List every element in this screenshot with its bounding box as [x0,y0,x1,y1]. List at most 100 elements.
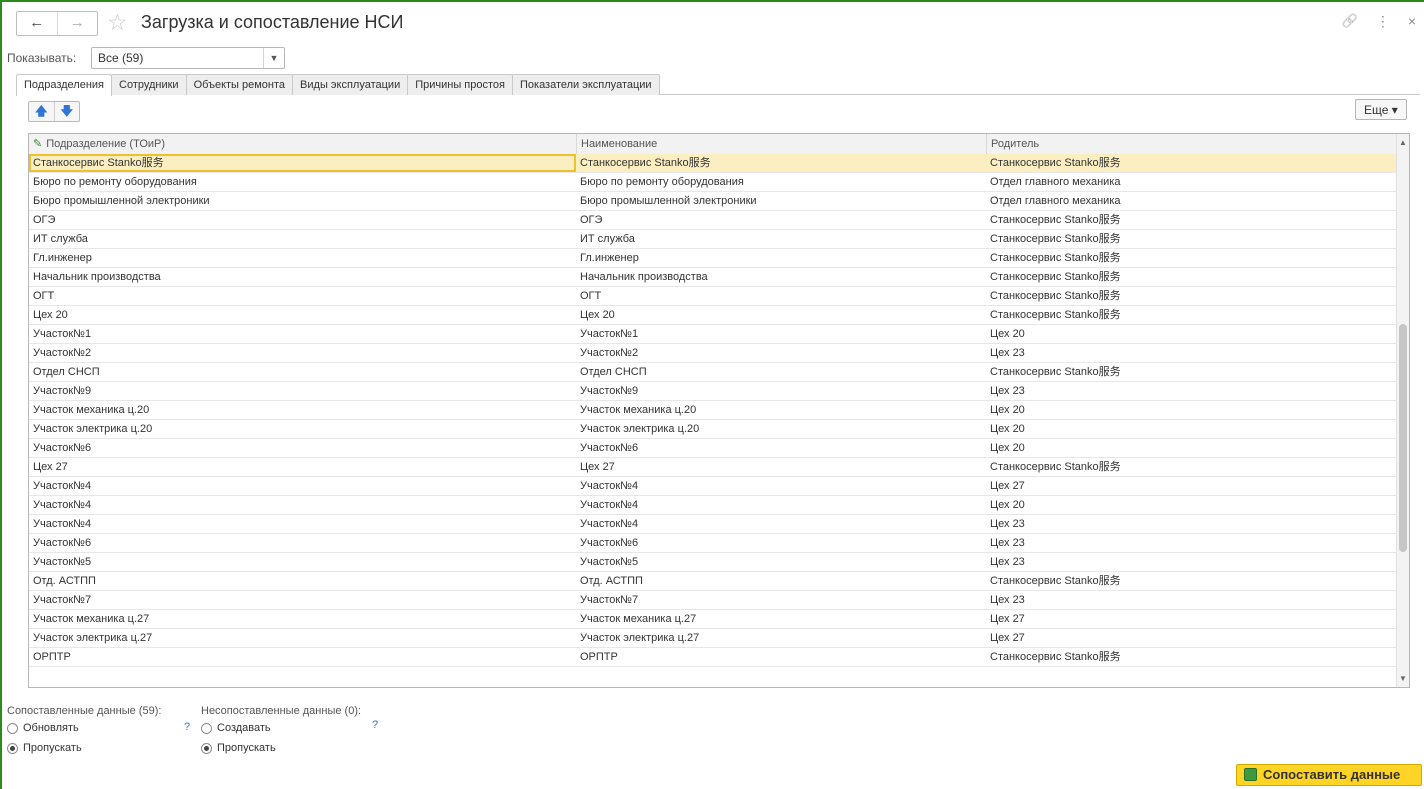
more-menu-icon[interactable]: ⋮ [1376,13,1390,30]
cell-parent[interactable]: Отдел главного механика [986,192,1396,210]
table-row[interactable]: ОГТ ОГТ Станкосервис Stanko服务 [29,287,1396,306]
table-row[interactable]: Участок электрика ц.27 Участок электрика … [29,629,1396,648]
cell-name[interactable]: ОГЭ [576,211,986,229]
column-header-parent[interactable]: Родитель [986,134,1409,154]
cell-parent[interactable]: Цех 23 [986,382,1396,400]
table-row[interactable]: Участок№4 Участок№4 Цех 20 [29,496,1396,515]
move-up-icon[interactable]: 🡅 [29,102,54,121]
cell-department[interactable]: Станкосервис Stanko服务 [29,154,576,172]
cell-parent[interactable]: Цех 23 [986,553,1396,571]
cell-parent[interactable]: Цех 20 [986,420,1396,438]
cell-department[interactable]: Бюро промышленной электроники [29,192,576,210]
table-row[interactable]: Станкосервис Stanko服务 Станкосервис Stanko… [29,154,1396,173]
cell-department[interactable]: Цех 27 [29,458,576,476]
table-row[interactable]: Участок№4 Участок№4 Цех 23 [29,515,1396,534]
close-icon[interactable]: × [1408,13,1416,30]
cell-name[interactable]: Участок электрика ц.20 [576,420,986,438]
cell-name[interactable]: ОРПТР [576,648,986,666]
cell-name[interactable]: Участок№1 [576,325,986,343]
cell-department[interactable]: Участок№9 [29,382,576,400]
table-row[interactable]: Отдел СНСП Отдел СНСП Станкосервис Stanko服… [29,363,1396,382]
match-data-button[interactable]: Сопоставить данные [1236,764,1422,786]
table-row[interactable]: Отд. АСТПП Отд. АСТПП Станкосервис Stanko服… [29,572,1396,591]
more-button[interactable]: Еще ▾ [1355,99,1407,120]
cell-name[interactable]: Отдел СНСП [576,363,986,381]
cell-department[interactable]: Участок№1 [29,325,576,343]
cell-name[interactable]: Цех 27 [576,458,986,476]
column-header-department[interactable]: ✎ Подразделение (ТОиР) [29,134,576,154]
cell-parent[interactable]: Цех 20 [986,439,1396,457]
table-row[interactable]: Гл.инженер Гл.инженер Станкосервис Stanko服… [29,249,1396,268]
back-arrow-icon[interactable]: ← [17,12,57,35]
cell-parent[interactable]: Станкосервис Stanko服务 [986,211,1396,229]
cell-parent[interactable]: Станкосервис Stanko服务 [986,572,1396,590]
cell-parent[interactable]: Цех 27 [986,610,1396,628]
cell-department[interactable]: ИТ служба [29,230,576,248]
cell-parent[interactable]: Станкосервис Stanko服务 [986,306,1396,324]
cell-department[interactable]: Гл.инженер [29,249,576,267]
table-row[interactable]: ИТ служба ИТ служба Станкосервис Stanko服务 [29,230,1396,249]
tab-departments[interactable]: Подразделения [16,74,112,96]
cell-parent[interactable]: Цех 27 [986,629,1396,647]
tab-operation-types[interactable]: Виды эксплуатации [292,74,409,95]
tab-repair-objects[interactable]: Объекты ремонта [185,74,294,95]
cell-department[interactable]: Участок№4 [29,515,576,533]
scrollbar-thumb[interactable] [1399,324,1407,552]
cell-name[interactable]: Бюро промышленной электроники [576,192,986,210]
cell-parent[interactable]: Станкосервис Stanko服务 [986,648,1396,666]
table-scrollbar[interactable]: ▲ ▼ [1396,134,1409,687]
cell-name[interactable]: Участок№5 [576,553,986,571]
cell-department[interactable]: Начальник производства [29,268,576,286]
cell-department[interactable]: Участок механика ц.20 [29,401,576,419]
unmatched-help-icon[interactable]: ? [372,719,378,731]
cell-department[interactable]: Участок№4 [29,496,576,514]
cell-department[interactable]: Участок механика ц.27 [29,610,576,628]
cell-name[interactable]: Участок№4 [576,477,986,495]
cell-parent[interactable]: Цех 20 [986,401,1396,419]
table-row[interactable]: Участок№7 Участок№7 Цех 23 [29,591,1396,610]
cell-department[interactable]: Участок электрика ц.20 [29,420,576,438]
unmatched-skip-radio[interactable]: Пропускать [201,741,276,755]
cell-parent[interactable]: Станкосервис Stanko服务 [986,268,1396,286]
table-row[interactable]: Начальник производства Начальник производ… [29,268,1396,287]
cell-parent[interactable]: Отдел главного механика [986,173,1396,191]
cell-department[interactable]: Отдел СНСП [29,363,576,381]
cell-department[interactable]: Участок№2 [29,344,576,362]
cell-name[interactable]: Участок№2 [576,344,986,362]
cell-name[interactable]: Начальник производства [576,268,986,286]
table-row[interactable]: Участок№6 Участок№6 Цех 23 [29,534,1396,553]
cell-name[interactable]: Участок№4 [576,515,986,533]
table-row[interactable]: Участок№1 Участок№1 Цех 20 [29,325,1396,344]
cell-name[interactable]: Участок механика ц.20 [576,401,986,419]
table-row[interactable]: Участок механика ц.27 Участок механика ц.… [29,610,1396,629]
cell-department[interactable]: Участок№6 [29,534,576,552]
cell-department[interactable]: Участок№4 [29,477,576,495]
link-icon[interactable]: 🔗 [1342,13,1358,30]
matched-help-icon[interactable]: ? [184,721,190,733]
cell-name[interactable]: Участок№9 [576,382,986,400]
cell-department[interactable]: Цех 20 [29,306,576,324]
cell-parent[interactable]: Станкосервис Stanko服务 [986,458,1396,476]
cell-parent[interactable]: Цех 23 [986,515,1396,533]
cell-department[interactable]: ОГТ [29,287,576,305]
table-row[interactable]: Участок№6 Участок№6 Цех 20 [29,439,1396,458]
table-row[interactable]: ОГЭ ОГЭ Станкосервис Stanko服务 [29,211,1396,230]
cell-department[interactable]: Участок№5 [29,553,576,571]
cell-parent[interactable]: Станкосервис Stanko服务 [986,287,1396,305]
cell-name[interactable]: Гл.инженер [576,249,986,267]
tab-operation-indicators[interactable]: Показатели эксплуатации [511,74,660,95]
favorite-star-icon[interactable]: ☆ [107,8,128,36]
cell-name[interactable]: Участок механика ц.27 [576,610,986,628]
chevron-down-icon[interactable]: ▼ [263,48,284,68]
cell-name[interactable]: Участок электрика ц.27 [576,629,986,647]
table-row[interactable]: Участок№2 Участок№2 Цех 23 [29,344,1396,363]
tab-downtime-reasons[interactable]: Причины простоя [407,74,513,95]
cell-name[interactable]: Цех 20 [576,306,986,324]
cell-name[interactable]: Участок№7 [576,591,986,609]
scroll-up-icon[interactable]: ▲ [1397,138,1409,147]
table-row[interactable]: ОРПТР ОРПТР Станкосервис Stanko服务 [29,648,1396,667]
cell-name[interactable]: Участок№4 [576,496,986,514]
table-row[interactable]: Участок механика ц.20 Участок механика ц.… [29,401,1396,420]
table-row[interactable]: Участок№4 Участок№4 Цех 27 [29,477,1396,496]
cell-parent[interactable]: Цех 20 [986,496,1396,514]
